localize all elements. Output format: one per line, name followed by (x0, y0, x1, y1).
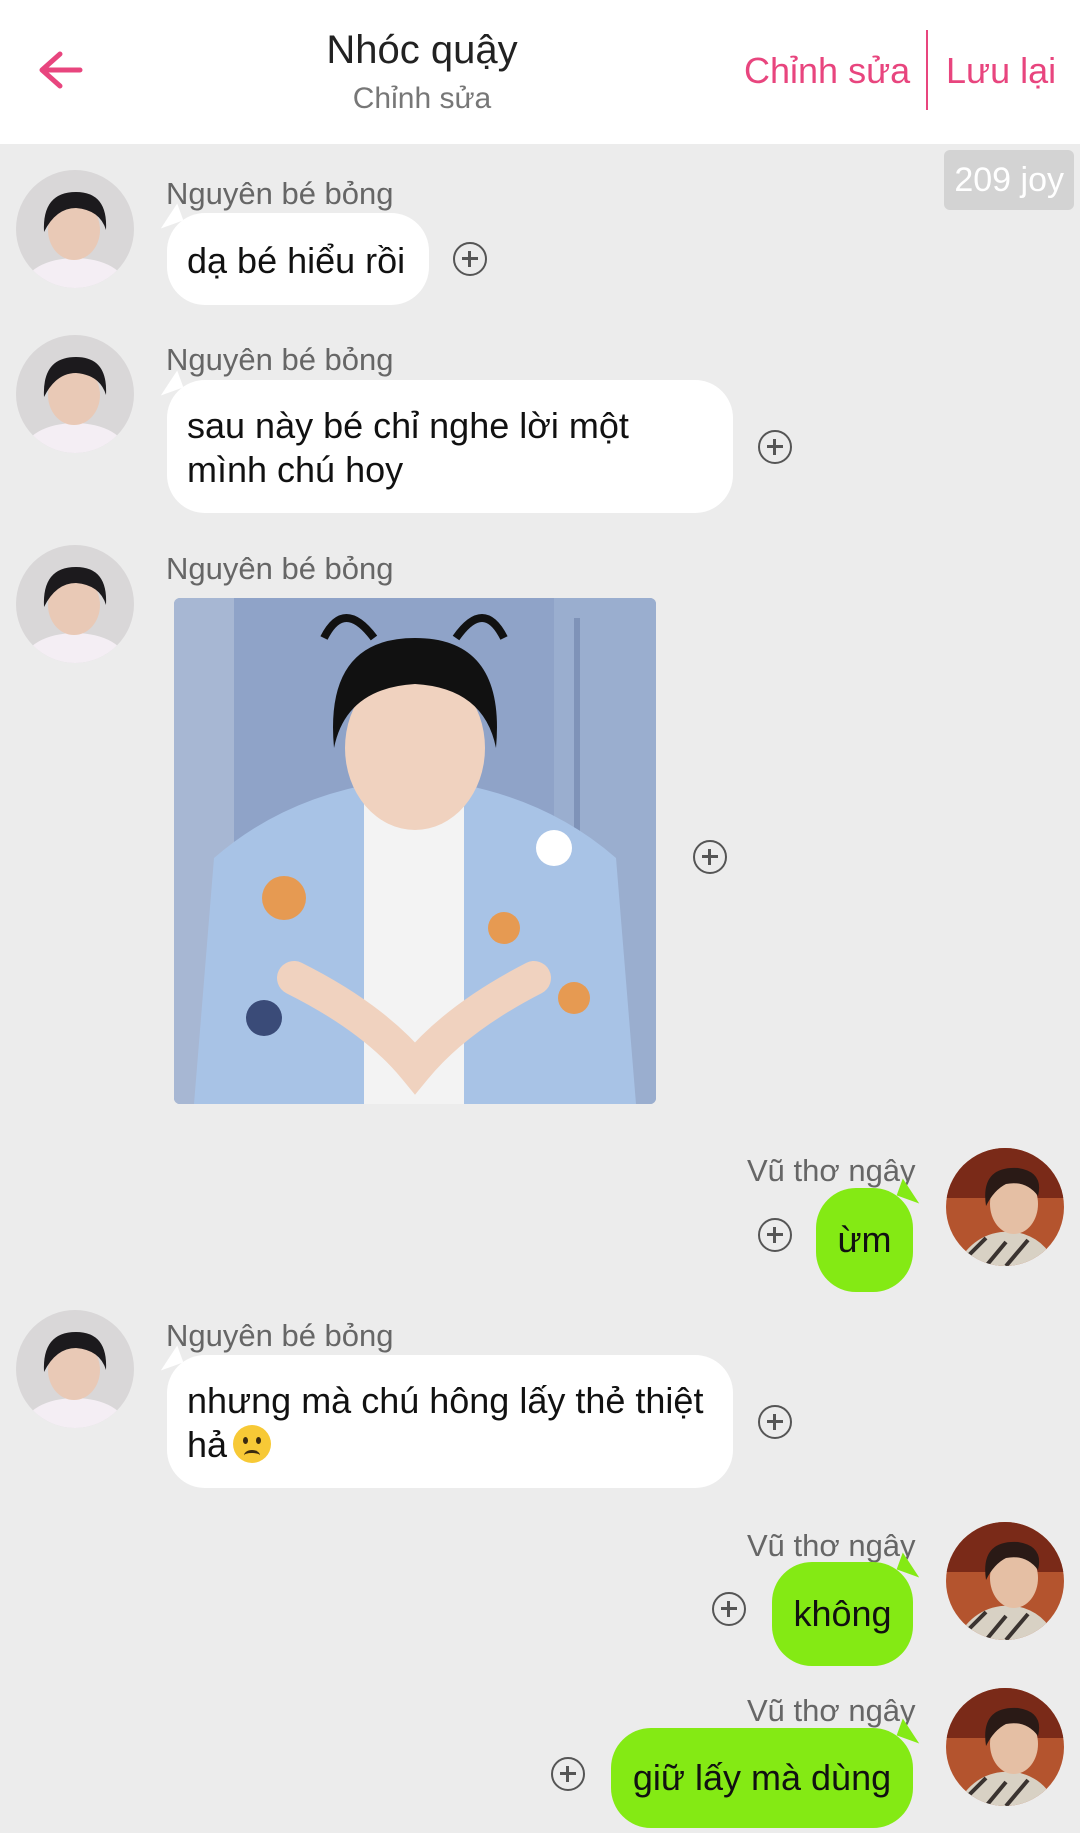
message-bubble[interactable]: giữ lấy mà dùng (611, 1728, 913, 1828)
add-reaction-icon[interactable] (758, 430, 792, 464)
chat-subtitle: Chỉnh sửa (352, 82, 492, 115)
add-reaction-icon[interactable] (712, 1592, 746, 1626)
avatar-nguyen[interactable] (16, 170, 134, 288)
sender-name: Nguyên bé bỏng (166, 176, 394, 211)
message-bubble[interactable]: dạ bé hiểu rồi (167, 213, 429, 305)
chat-title: Nhóc quậy (326, 28, 518, 72)
add-reaction-icon[interactable] (758, 1218, 792, 1252)
joy-badge: 209 joy (944, 150, 1074, 210)
add-reaction-icon[interactable] (758, 1405, 792, 1439)
sender-name: Nguyên bé bỏng (166, 1318, 394, 1353)
message-line: nhưng mà chú hông lấy thẻ thiệt (187, 1380, 704, 1421)
edit-button[interactable]: Chỉnh sửa (744, 50, 910, 92)
avatar-nguyen[interactable] (16, 1310, 134, 1428)
avatar-nguyen[interactable] (16, 545, 134, 663)
header-bar: Nhóc quậy Chỉnh sửa Chỉnh sửa Lưu lại (0, 0, 1080, 144)
avatar-nguyen[interactable] (16, 335, 134, 453)
message-line: sau này bé chỉ nghe lời một (187, 405, 629, 446)
sender-name: Vũ thơ ngây (747, 1528, 916, 1563)
sender-name: Vũ thơ ngây (747, 1153, 916, 1188)
save-button[interactable]: Lưu lại (946, 50, 1056, 92)
avatar-vu[interactable] (946, 1148, 1064, 1266)
message-line: hả (187, 1424, 228, 1465)
add-reaction-icon[interactable] (551, 1757, 585, 1791)
photo-message[interactable] (174, 598, 656, 1104)
message-bubble[interactable]: ừm (816, 1188, 913, 1292)
frowning-face-icon (233, 1425, 272, 1463)
avatar-vu[interactable] (946, 1688, 1064, 1806)
message-bubble[interactable]: nhưng mà chú hông lấy thẻ thiệt hả (167, 1355, 733, 1488)
header-divider (926, 30, 928, 110)
add-reaction-icon[interactable] (453, 242, 487, 276)
message-bubble[interactable]: sau này bé chỉ nghe lời một mình chú hoy (167, 380, 733, 513)
message-bubble[interactable]: không (772, 1562, 913, 1666)
sender-name: Nguyên bé bỏng (166, 342, 394, 377)
add-reaction-icon[interactable] (693, 840, 727, 874)
avatar-vu[interactable] (946, 1522, 1064, 1640)
message-line: mình chú hoy (187, 449, 404, 490)
sender-name: Vũ thơ ngây (747, 1693, 916, 1728)
sender-name: Nguyên bé bỏng (166, 551, 394, 586)
